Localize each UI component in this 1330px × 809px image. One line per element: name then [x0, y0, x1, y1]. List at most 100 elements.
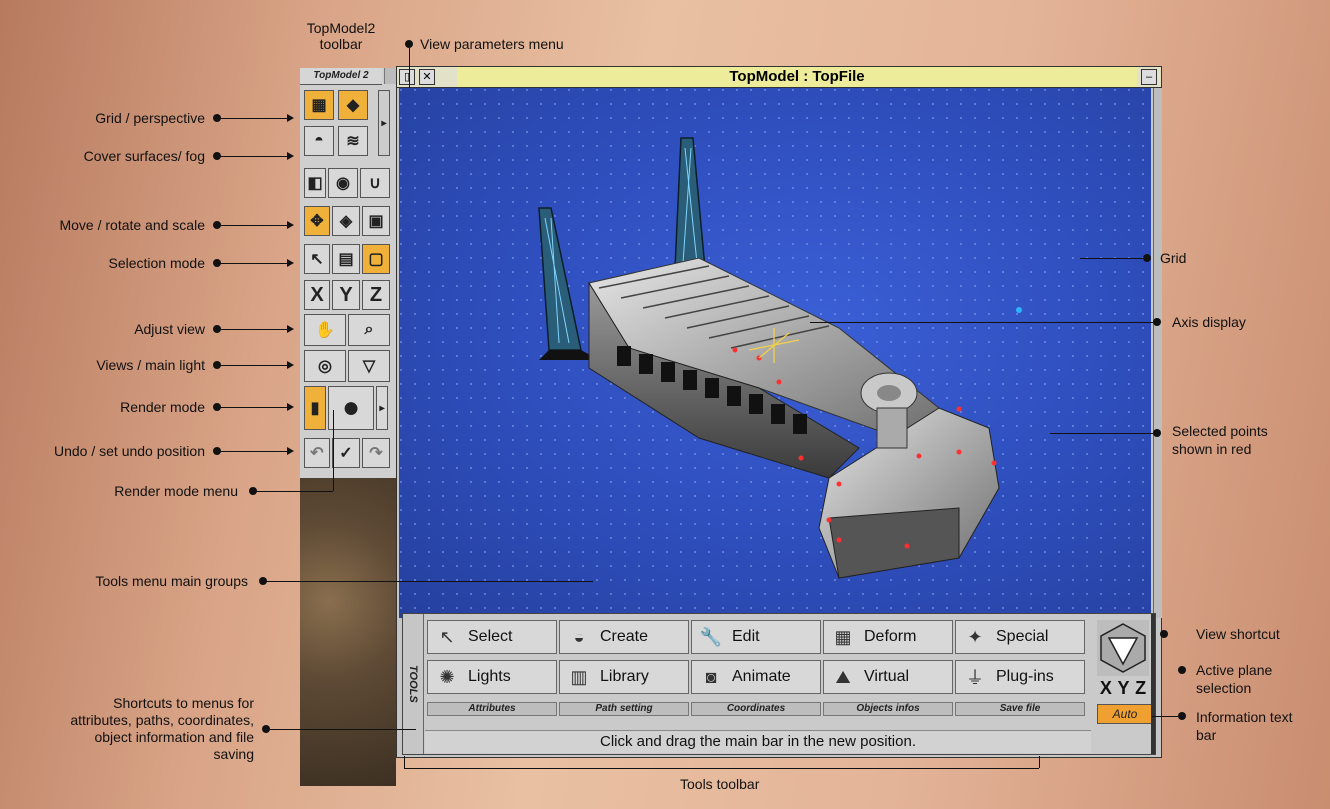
plane-z-button[interactable]: Z: [1135, 678, 1146, 702]
callout-axis-display: Axis display: [1172, 314, 1246, 330]
auto-button[interactable]: Auto: [1097, 704, 1153, 724]
callout-shortcuts-line: Shortcuts to menus for: [113, 695, 254, 711]
callout-grid: Grid: [1160, 250, 1187, 266]
tool-animate-button[interactable]: ◙ Animate: [691, 660, 821, 694]
rotate-button[interactable]: ◈: [332, 206, 360, 236]
callout-line: [217, 225, 287, 226]
perspective-button[interactable]: ◆: [338, 90, 368, 120]
hand-pan-icon[interactable]: ✋: [304, 314, 346, 346]
callout-line: [409, 48, 410, 88]
toggle-size-icon[interactable]: –: [1141, 69, 1157, 85]
tool-select-label: Select: [468, 628, 513, 645]
callout-active-plane: Active plane selection: [1196, 661, 1272, 697]
callout-selected-points: Selected points shown in red: [1172, 422, 1268, 458]
callout-selection-mode: Selection mode: [108, 255, 205, 271]
callout-active-plane-line: selection: [1196, 680, 1252, 696]
back-icon[interactable]: ▯: [399, 69, 415, 85]
undo-icon[interactable]: ↶: [304, 438, 330, 468]
toolbar-title: TopModel 2: [300, 68, 382, 85]
tool-select-button[interactable]: ↖ Select: [427, 620, 557, 654]
toolbar-toggle-icon[interactable]: [384, 68, 396, 84]
3d-viewport[interactable]: [399, 88, 1151, 618]
callout-arrow: [287, 403, 294, 411]
callout-line: [217, 118, 287, 119]
callout-arrow: [287, 361, 294, 369]
callout-info-bar-line: bar: [1196, 727, 1217, 743]
callout-selected-line: shown in red: [1172, 441, 1252, 457]
render-palette-button[interactable]: ▮: [304, 386, 326, 430]
plane-y-button[interactable]: Y: [1118, 678, 1130, 702]
wrench-icon: 🔧: [699, 626, 723, 647]
shortcut-attributes-button[interactable]: Attributes: [427, 702, 557, 716]
tool-special-label: Special: [996, 628, 1049, 645]
select-point-button[interactable]: ↖: [304, 244, 330, 274]
select-object-button[interactable]: ▢: [362, 244, 390, 274]
callout-line: [217, 329, 287, 330]
topmodel-toolbar: TopModel 2 ▦ ◆ ▸ ◓ ≋ ◧ ◉ ∪ ✥ ◈ ▣ ↖ ▤ ▢ X…: [300, 68, 396, 786]
plane-x-button[interactable]: X: [1100, 678, 1112, 702]
view-shortcut-cube-icon[interactable]: [1097, 620, 1149, 676]
axis-y-button[interactable]: Y: [332, 280, 360, 310]
tool-deform-button[interactable]: ▦ Deform: [823, 620, 953, 654]
plug-icon: ⏚: [966, 668, 984, 688]
tool-create-button[interactable]: ◒ Create: [559, 620, 689, 654]
magnifier-icon[interactable]: ⌕: [348, 314, 390, 346]
callout-render-mode-menu: Render mode menu: [114, 483, 238, 499]
light-marker: [1016, 307, 1022, 313]
callout-line: [217, 451, 287, 452]
tool-library-button[interactable]: ▥ Library: [559, 660, 689, 694]
scale-button[interactable]: ▣: [362, 206, 390, 236]
shortcut-coordinates-button[interactable]: Coordinates: [691, 702, 821, 716]
eye-select-icon[interactable]: ◉: [328, 168, 358, 198]
cover-surfaces-button[interactable]: ◓: [304, 126, 334, 156]
callout-dot: [1178, 712, 1186, 720]
shortcut-objects-infos-button[interactable]: Objects infos: [823, 702, 953, 716]
callout-arrow: [287, 447, 294, 455]
main-light-icon[interactable]: ▽: [348, 350, 390, 382]
tool-library-label: Library: [600, 668, 649, 685]
tool-animate-label: Animate: [732, 668, 791, 685]
render-sphere-button[interactable]: ●: [328, 386, 374, 430]
view-parameters-menu-button[interactable]: ▸: [378, 90, 390, 156]
magic-wand-icon: ✦: [967, 626, 983, 647]
shortcut-path-setting-button[interactable]: Path setting: [559, 702, 689, 716]
callout-dot: [1178, 666, 1186, 674]
toolbar-panel: TopModel 2 ▦ ◆ ▸ ◓ ≋ ◧ ◉ ∪ ✥ ◈ ▣ ↖ ▤ ▢ X…: [300, 68, 396, 478]
callout-shortcuts-line: saving: [213, 746, 254, 762]
callout-line: [333, 410, 334, 491]
eye-views-icon[interactable]: ◎: [304, 350, 346, 382]
tool-plugins-button[interactable]: ⏚ Plug-ins: [955, 660, 1085, 694]
callout-dot: [1143, 254, 1151, 262]
close-icon[interactable]: ✕: [419, 69, 435, 85]
window-titlebar[interactable]: ▯ ✕ TopModel : TopFile –: [397, 67, 1161, 88]
tool-special-button[interactable]: ✦ Special: [955, 620, 1085, 654]
fog-button[interactable]: ≋: [338, 126, 368, 156]
tools-side-label: TOOLS: [403, 614, 424, 754]
move-button[interactable]: ✥: [304, 206, 330, 236]
callout-render-mode: Render mode: [120, 399, 205, 415]
viewport-scrollbar[interactable]: [1153, 88, 1162, 618]
callout-arrow: [287, 325, 294, 333]
select-face-button[interactable]: ▤: [332, 244, 360, 274]
grid-button[interactable]: ▦: [304, 90, 334, 120]
callout-line: [404, 756, 405, 768]
callout-line: [217, 263, 287, 264]
lights-icon: ✺: [439, 666, 455, 687]
callout-line: [810, 322, 1153, 323]
tool-lights-button[interactable]: ✺ Lights: [427, 660, 557, 694]
callout-dot: [1153, 318, 1161, 326]
magnet-icon[interactable]: ∪: [360, 168, 390, 198]
axis-x-button[interactable]: X: [304, 280, 330, 310]
shortcut-save-file-button[interactable]: Save file: [955, 702, 1085, 716]
tool-virtual-button[interactable]: ⛰ Virtual: [823, 660, 953, 694]
axis-z-button[interactable]: Z: [362, 280, 390, 310]
film-icon: ◙: [705, 666, 717, 687]
render-mode-menu-button[interactable]: ▸: [376, 386, 388, 430]
callout-view-parameters: View parameters menu: [420, 36, 564, 52]
redo-icon[interactable]: ↷: [362, 438, 390, 468]
callout-info-bar: Information text bar: [1196, 708, 1293, 744]
mirror-icon[interactable]: ◧: [304, 168, 326, 198]
tool-edit-button[interactable]: 🔧 Edit: [691, 620, 821, 654]
set-undo-check-icon[interactable]: ✓: [332, 438, 360, 468]
callout-dot: [1153, 429, 1161, 437]
